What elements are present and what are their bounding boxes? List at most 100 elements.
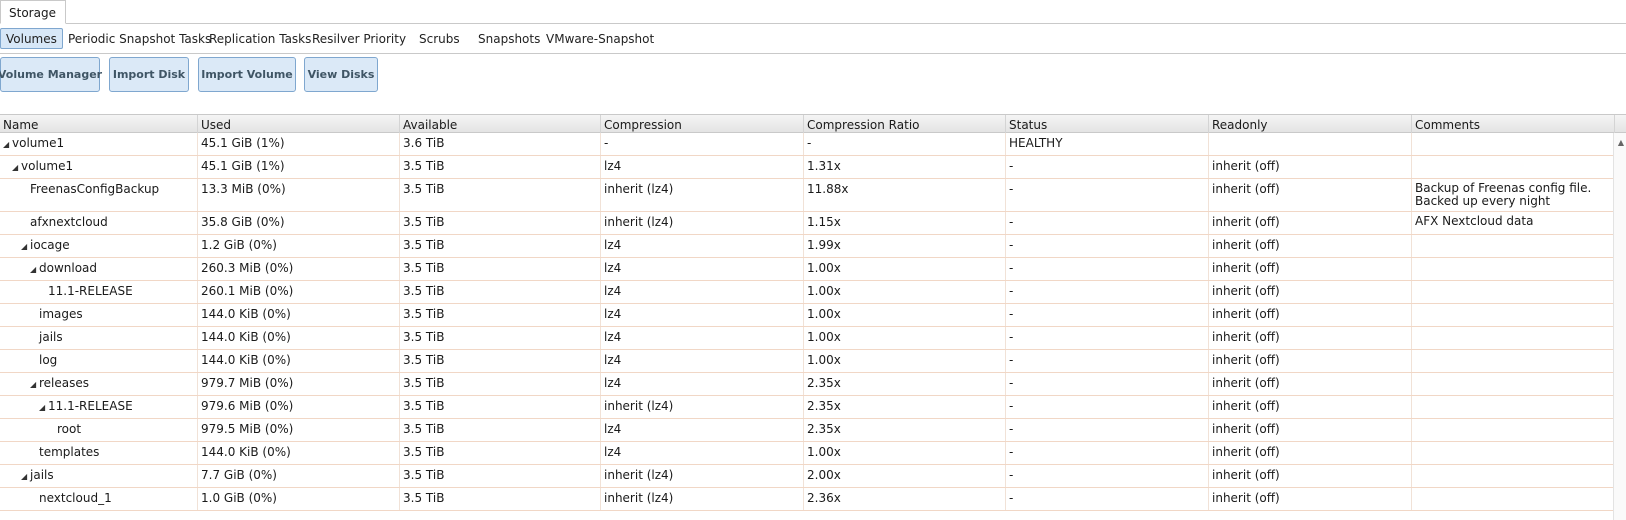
cell-readonly: inherit (off) <box>1209 212 1412 234</box>
tab-scrubs[interactable]: Scrubs <box>419 28 460 49</box>
cell-used: 7.7 GiB (0%) <box>198 465 400 487</box>
cell-readonly: inherit (off) <box>1209 327 1412 349</box>
cell-used: 979.7 MiB (0%) <box>198 373 400 395</box>
dataset-name: images <box>39 307 83 321</box>
table-row[interactable]: ◢ jails 7.7 GiB (0%) 3.5 TiB inherit (lz4) 2.… <box>0 465 1626 488</box>
table-row[interactable]: 11.1-RELEASE 260.1 MiB (0%) 3.5 TiB lz4 1.00… <box>0 281 1626 304</box>
cell-ratio: 2.36x <box>804 488 1006 510</box>
table-row[interactable]: ◢ volume1 45.1 GiB (1%) 3.5 TiB lz4 1.31x - inh… <box>0 156 1626 179</box>
cell-readonly <box>1209 133 1412 155</box>
cell-available: 3.5 TiB <box>400 442 601 464</box>
col-header-used[interactable]: Used <box>198 115 400 133</box>
expand-toggle-icon[interactable]: ◢ <box>21 242 30 251</box>
cell-compression: inherit (lz4) <box>601 212 804 234</box>
tab-storage[interactable]: Storage <box>0 0 66 24</box>
tab-resilver-priority[interactable]: Resilver Priority <box>312 28 406 49</box>
import-volume-button[interactable]: Import Volume <box>198 57 296 92</box>
col-header-status[interactable]: Status <box>1006 115 1209 133</box>
table-row[interactable]: nextcloud_1 1.0 GiB (0%) 3.5 TiB inherit (l… <box>0 488 1626 511</box>
cell-status: - <box>1006 304 1209 326</box>
dataset-name: releases <box>39 376 90 390</box>
dataset-name: download <box>39 261 98 275</box>
cell-available: 3.5 TiB <box>400 156 601 178</box>
cell-available: 3.5 TiB <box>400 235 601 257</box>
cell-compression: lz4 <box>601 281 804 303</box>
table-row[interactable]: afxnextcloud 35.8 GiB (0%) 3.5 TiB inherit … <box>0 212 1626 235</box>
dataset-name: FreenasConfigBackup <box>30 182 160 196</box>
expand-toggle-icon[interactable]: ◢ <box>30 380 39 389</box>
cell-readonly: inherit (off) <box>1209 156 1412 178</box>
col-header-compression[interactable]: Compression <box>601 115 804 133</box>
table-row[interactable]: ◢ iocage 1.2 GiB (0%) 3.5 TiB lz4 1.99x - inher… <box>0 235 1626 258</box>
table-row[interactable]: ◢ download 260.3 MiB (0%) 3.5 TiB lz4 1.00x - i… <box>0 258 1626 281</box>
cell-readonly: inherit (off) <box>1209 281 1412 303</box>
cell-compression: lz4 <box>601 327 804 349</box>
table-row[interactable]: log 144.0 KiB (0%) 3.5 TiB lz4 1.00x - inherit… <box>0 350 1626 373</box>
dataset-name: log <box>39 353 58 367</box>
cell-readonly: inherit (off) <box>1209 350 1412 372</box>
top-tab-bar: Storage <box>0 0 1626 24</box>
col-header-available[interactable]: Available <box>400 115 601 133</box>
table-row[interactable]: jails 144.0 KiB (0%) 3.5 TiB lz4 1.00x - inher… <box>0 327 1626 350</box>
tab-vmware-snapshot[interactable]: VMware-Snapshot <box>546 28 654 49</box>
cell-readonly: inherit (off) <box>1209 373 1412 395</box>
vertical-scrollbar[interactable] <box>1613 133 1626 520</box>
table-row[interactable]: ◢ releases 979.7 MiB (0%) 3.5 TiB lz4 2.35x - i… <box>0 373 1626 396</box>
tab-snapshots[interactable]: Snapshots <box>478 28 540 49</box>
cell-name: nextcloud_1 <box>0 488 198 510</box>
cell-available: 3.5 TiB <box>400 212 601 234</box>
cell-name: ◢ 11.1-RELEASE <box>0 396 198 418</box>
expand-toggle-icon[interactable]: ◢ <box>12 163 21 172</box>
col-header-readonly[interactable]: Readonly <box>1209 115 1412 133</box>
table-row[interactable]: ◢ volume1 45.1 GiB (1%) 3.6 TiB - - HEALTHY <box>0 133 1626 156</box>
cell-available: 3.6 TiB <box>400 133 601 155</box>
volume-manager-button[interactable]: Volume Manager <box>0 57 102 92</box>
cell-compression: inherit (lz4) <box>601 396 804 418</box>
cell-name: images <box>0 304 198 326</box>
expand-toggle-icon[interactable]: ◢ <box>3 140 12 149</box>
dataset-name: jails <box>30 468 54 482</box>
cell-available: 3.5 TiB <box>400 419 601 441</box>
cell-readonly: inherit (off) <box>1209 419 1412 441</box>
cell-available: 3.5 TiB <box>400 396 601 418</box>
cell-used: 45.1 GiB (1%) <box>198 156 400 178</box>
cell-status: - <box>1006 235 1209 257</box>
cell-status: - <box>1006 465 1209 487</box>
cell-status: - <box>1006 373 1209 395</box>
cell-comments <box>1412 350 1615 372</box>
cell-ratio: - <box>804 133 1006 155</box>
cell-available: 3.5 TiB <box>400 258 601 280</box>
cell-status: - <box>1006 327 1209 349</box>
col-header-compression-ratio[interactable]: Compression Ratio <box>804 115 1006 133</box>
scroll-up-arrow-icon[interactable]: ▲ <box>1618 138 1624 147</box>
view-disks-button[interactable]: View Disks <box>304 57 378 92</box>
cell-name: root <box>0 419 198 441</box>
cell-ratio: 1.00x <box>804 327 1006 349</box>
expand-toggle-icon[interactable]: ◢ <box>21 472 30 481</box>
cell-used: 35.8 GiB (0%) <box>198 212 400 234</box>
table-row[interactable]: ◢ 11.1-RELEASE 979.6 MiB (0%) 3.5 TiB inheri… <box>0 396 1626 419</box>
table-row[interactable]: templates 144.0 KiB (0%) 3.5 TiB lz4 1.00x - i… <box>0 442 1626 465</box>
expand-toggle-icon[interactable]: ◢ <box>39 403 48 412</box>
table-row[interactable]: FreenasConfigBackup 13.3 MiB (0%) 3.5 TiB i… <box>0 179 1626 212</box>
col-header-comments[interactable]: Comments <box>1412 115 1615 133</box>
dataset-name: jails <box>39 330 63 344</box>
cell-compression: lz4 <box>601 442 804 464</box>
tab-volumes[interactable]: Volumes <box>0 28 63 49</box>
grid-header: Name Used Available Compression Compress… <box>0 114 1626 133</box>
sub-tab-bar: Volumes Periodic Snapshot Tasks Replicat… <box>0 24 1626 54</box>
table-row[interactable]: images 144.0 KiB (0%) 3.5 TiB lz4 1.00x - inhe… <box>0 304 1626 327</box>
col-header-name[interactable]: Name <box>0 115 198 133</box>
expand-toggle-icon[interactable]: ◢ <box>30 265 39 274</box>
tab-periodic-snapshot-tasks[interactable]: Periodic Snapshot Tasks <box>68 28 211 49</box>
cell-used: 1.2 GiB (0%) <box>198 235 400 257</box>
cell-status: - <box>1006 350 1209 372</box>
table-row[interactable]: root 979.5 MiB (0%) 3.5 TiB lz4 2.35x - inheri… <box>0 419 1626 442</box>
cell-ratio: 2.00x <box>804 465 1006 487</box>
cell-name: ◢ volume1 <box>0 156 198 178</box>
cell-used: 13.3 MiB (0%) <box>198 179 400 211</box>
tab-replication-tasks[interactable]: Replication Tasks <box>209 28 311 49</box>
cell-ratio: 2.35x <box>804 419 1006 441</box>
cell-ratio: 2.35x <box>804 373 1006 395</box>
import-disk-button[interactable]: Import Disk <box>109 57 189 92</box>
